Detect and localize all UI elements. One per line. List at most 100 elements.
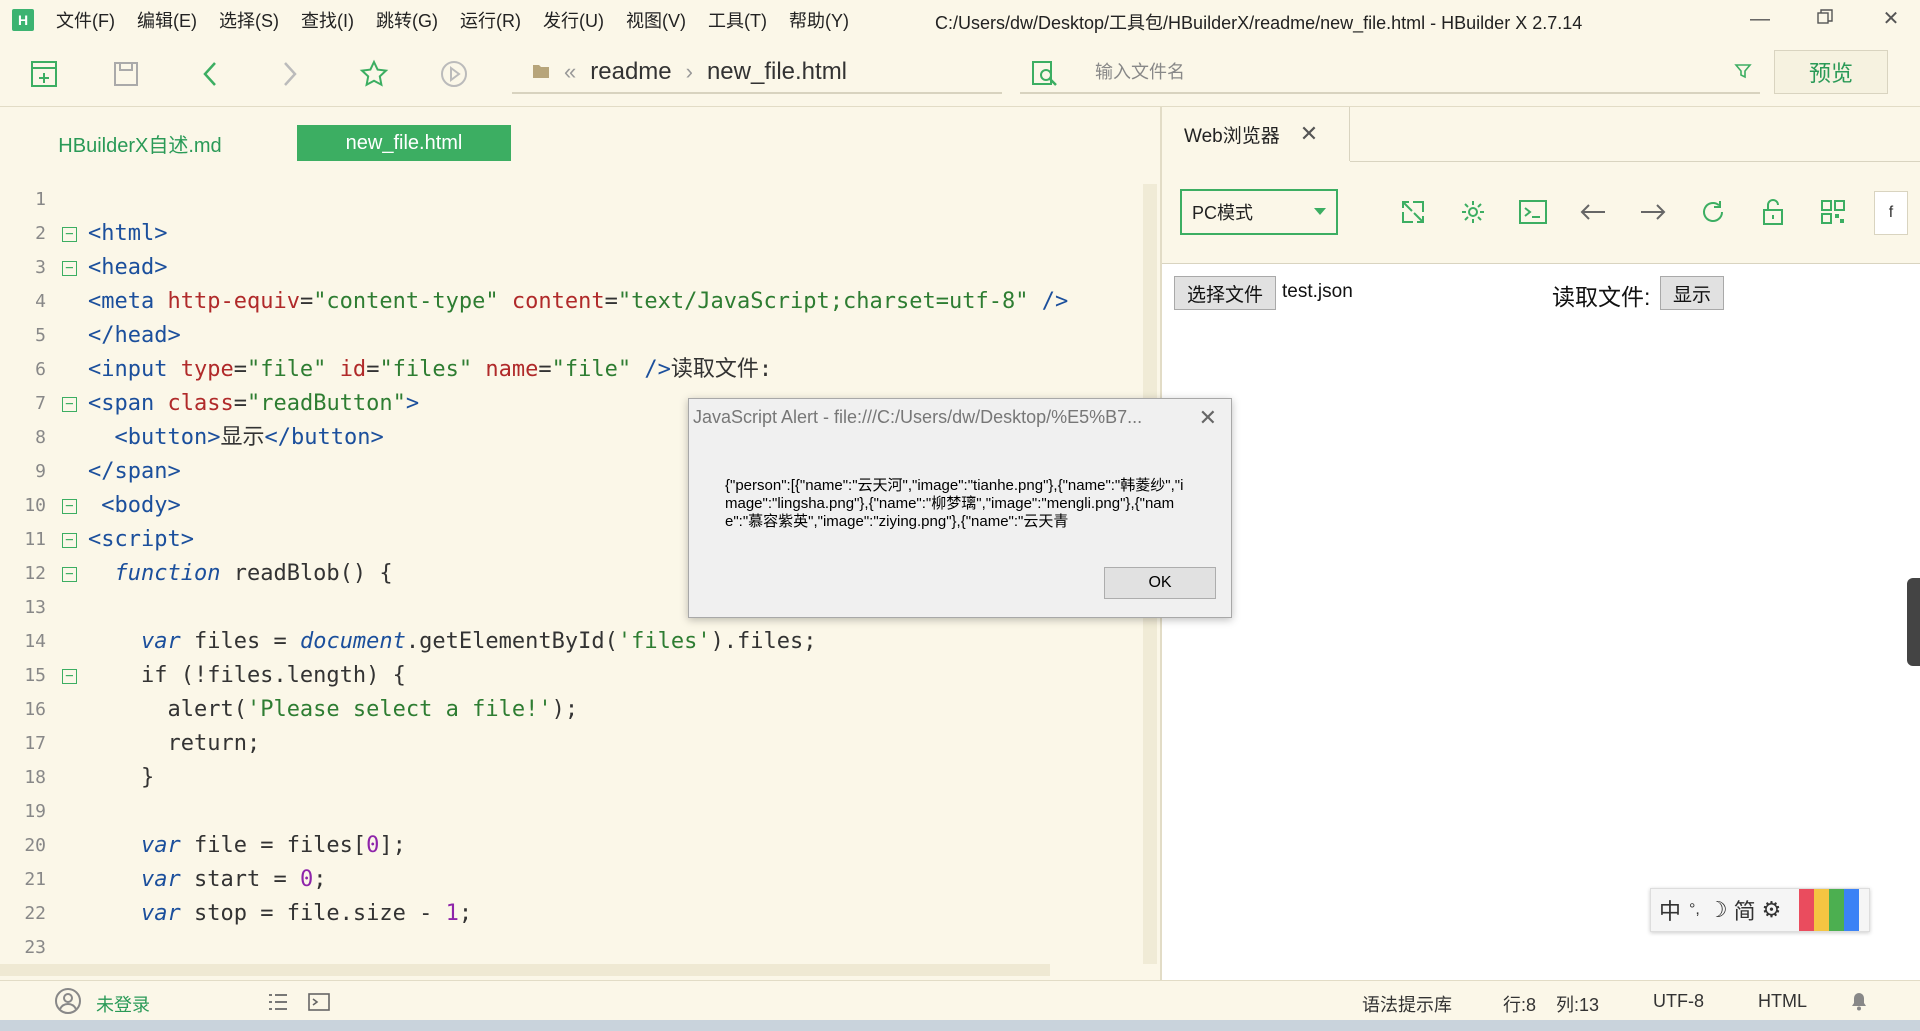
forward-icon[interactable] [272, 56, 308, 92]
fold-toggle-icon[interactable]: − [62, 669, 77, 684]
refresh-icon[interactable] [1696, 195, 1730, 229]
web-browser-pane: Web浏览器 ✕ PC模式 f 选择文件 test.json 读取文件: 显示 [1162, 107, 1920, 980]
fold-toggle-icon[interactable]: − [62, 227, 77, 242]
fold-toggle-icon[interactable]: − [62, 397, 77, 412]
qr-code-icon[interactable] [1816, 195, 1850, 229]
breadcrumb-file[interactable]: new_file.html [707, 58, 847, 86]
bell-icon[interactable] [1850, 991, 1868, 1016]
ime-simplified[interactable]: 简 [1734, 894, 1756, 926]
new-file-icon[interactable] [26, 56, 62, 92]
run-icon[interactable] [436, 56, 472, 92]
terminal-icon[interactable] [308, 993, 330, 1016]
fold-toggle-icon[interactable]: − [62, 499, 77, 514]
code-line[interactable]: 3 − <head> [0, 251, 1150, 285]
alert-close-icon[interactable]: ✕ [1199, 405, 1217, 431]
favorite-star-icon[interactable] [356, 56, 392, 92]
code-line[interactable]: 2 − <html> [0, 217, 1150, 251]
editor-horizontal-scrollbar[interactable] [0, 964, 1050, 976]
menu-goto[interactable]: 跳转(G) [376, 7, 438, 33]
code-text: <body> [88, 489, 180, 523]
fold-toggle-icon[interactable]: − [62, 261, 77, 276]
code-line[interactable]: 21 var start = 0; [0, 863, 1150, 897]
code-line[interactable]: 14 var files = document.getElementById('… [0, 625, 1150, 659]
user-avatar-icon[interactable] [54, 987, 82, 1020]
line-number: 17 [24, 733, 46, 754]
code-line[interactable]: 4 <meta http-equiv="content-type" content… [0, 285, 1150, 319]
menu-publish[interactable]: 发行(U) [543, 7, 604, 33]
ime-moon-icon[interactable]: ☽ [1708, 897, 1728, 923]
code-token: <head> [88, 255, 168, 280]
code-line[interactable]: 17 return; [0, 727, 1150, 761]
ime-punctuation[interactable]: °, [1689, 901, 1700, 919]
menu-run[interactable]: 运行(R) [460, 7, 521, 33]
file-search-icon [1030, 58, 1060, 93]
code-line[interactable]: 20 var file = files[0]; [0, 829, 1150, 863]
code-line[interactable]: 6 <input type="file" id="files" name="fil… [0, 353, 1150, 387]
code-line[interactable]: 23 [0, 931, 1150, 965]
menu-select[interactable]: 选择(S) [219, 7, 279, 33]
menu-find[interactable]: 查找(I) [301, 7, 354, 33]
editor-tabs: HBuilderX自述.md new_file.html [0, 107, 1160, 167]
ime-chinese-mode[interactable]: 中 [1659, 894, 1681, 926]
code-token: var [140, 629, 181, 654]
code-line[interactable]: 15 − if (!files.length) { [0, 659, 1150, 693]
preview-button[interactable]: 预览 [1774, 50, 1888, 94]
menu-file[interactable]: 文件(F) [56, 7, 115, 33]
code-line[interactable]: 16 alert('Please select a file!'); [0, 693, 1150, 727]
console-icon[interactable] [1516, 195, 1550, 229]
filter-icon[interactable] [1734, 62, 1752, 85]
code-line[interactable]: 18 } [0, 761, 1150, 795]
login-status[interactable]: 未登录 [96, 991, 150, 1017]
close-window-button[interactable]: ✕ [1876, 6, 1906, 32]
code-token: document [299, 629, 406, 654]
double-chevron-left-icon[interactable]: « [564, 59, 576, 85]
alert-ok-button[interactable]: OK [1104, 567, 1216, 599]
fold-toggle-icon[interactable]: − [62, 533, 77, 548]
close-icon[interactable]: ✕ [1300, 121, 1318, 147]
code-token: id [339, 357, 367, 382]
code-token: 0 [299, 867, 314, 892]
code-line[interactable]: 1 [0, 183, 1150, 217]
menu-tools[interactable]: 工具(T) [708, 7, 767, 33]
language-mode[interactable]: HTML [1758, 991, 1807, 1012]
code-line[interactable]: 22 var stop = file.size - 1; [0, 897, 1150, 931]
arrow-right-icon[interactable] [1636, 195, 1670, 229]
code-token: stop = file.size - [180, 901, 446, 926]
code-line[interactable]: 5 </head> [0, 319, 1150, 353]
tab-web-browser[interactable]: Web浏览器 ✕ [1162, 107, 1350, 161]
back-icon[interactable] [192, 56, 228, 92]
menu-edit[interactable]: 编辑(E) [137, 7, 197, 33]
side-dock-handle[interactable] [1907, 578, 1920, 666]
resize-window-icon[interactable] [1396, 195, 1430, 229]
save-icon[interactable] [108, 56, 144, 92]
minimize-button[interactable]: — [1745, 6, 1775, 32]
fold-toggle-icon[interactable]: − [62, 567, 77, 582]
restore-button[interactable] [1810, 6, 1840, 32]
arrow-left-icon[interactable] [1576, 195, 1610, 229]
tab-readme-md[interactable]: HBuilderX自述.md [30, 125, 250, 161]
tab-new-file-html[interactable]: new_file.html [297, 125, 511, 161]
menu-help[interactable]: 帮助(Y) [789, 7, 849, 33]
code-line[interactable]: 19 [0, 795, 1150, 829]
list-icon[interactable] [268, 993, 288, 1016]
line-number: 16 [24, 699, 46, 720]
encoding[interactable]: UTF-8 [1653, 991, 1704, 1012]
ime-gear-icon[interactable]: ⚙ [1762, 897, 1782, 923]
code-token: 读取文件: [670, 357, 773, 382]
ime-toolbar[interactable]: 中 °, ☽ 简 ⚙ [1650, 888, 1870, 932]
choose-file-button[interactable]: 选择文件 [1174, 276, 1276, 310]
device-mode-select[interactable]: PC模式 [1180, 189, 1338, 235]
code-token: = [604, 289, 618, 314]
menu-view[interactable]: 视图(V) [626, 7, 686, 33]
syntax-library[interactable]: 语法提示库 [1362, 991, 1452, 1017]
partial-toolbar-button[interactable]: f [1874, 191, 1908, 235]
file-name-input[interactable] [1095, 61, 1675, 83]
ime-skin-icon[interactable] [1799, 889, 1859, 931]
show-button[interactable]: 显示 [1660, 276, 1724, 310]
code-token: var [140, 901, 181, 926]
unlock-icon[interactable] [1756, 195, 1790, 229]
code-text: var file = files[0]; [88, 829, 406, 863]
breadcrumb-folder[interactable]: readme [590, 58, 671, 86]
settings-gear-icon[interactable] [1456, 195, 1490, 229]
